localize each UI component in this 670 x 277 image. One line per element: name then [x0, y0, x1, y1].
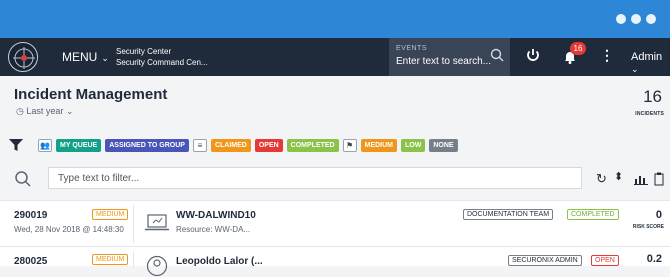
window-dot-icon[interactable]	[631, 14, 641, 24]
incident-name[interactable]: Leopoldo Lalor (...	[176, 256, 263, 267]
chevron-down-icon: ⌄	[631, 64, 639, 74]
status-badge: OPEN	[591, 255, 619, 266]
events-search[interactable]: EVENTS Enter text to search...	[389, 38, 510, 76]
filter-medium[interactable]: MEDIUM	[360, 138, 398, 152]
filter-icon[interactable]	[8, 138, 24, 152]
severity-badge: MEDIUM	[92, 209, 129, 220]
events-search-input[interactable]: Enter text to search...	[396, 56, 491, 67]
status-badge: COMPLETED	[567, 209, 619, 220]
filter-toolbar: 👥 MY QUEUE ASSIGNED TO GROUP ≡ CLAIMED O…	[8, 137, 462, 153]
chevron-down-icon: ⌄	[65, 106, 74, 116]
filter-claimed[interactable]: CLAIMED	[210, 138, 251, 152]
notifications-badge: 16	[570, 42, 586, 55]
filter-input[interactable]: Type text to filter...	[48, 167, 582, 189]
flag-icon[interactable]: ⚑	[342, 138, 357, 152]
risk-score: 0.2	[646, 253, 662, 265]
laptop-icon	[145, 214, 169, 231]
incident-id[interactable]: 280025	[14, 256, 47, 267]
group-badge: SECURONIX ADMIN	[508, 255, 582, 266]
app-subtitle: Security Command Cen...	[116, 58, 208, 67]
incident-row[interactable]: 280025 MEDIUM Leopoldo Lalor (... SECURO…	[0, 246, 670, 277]
filter-open[interactable]: OPEN	[254, 138, 283, 152]
menu-label: MENU	[62, 50, 98, 64]
menu-button[interactable]: MENU ⌄	[62, 50, 109, 64]
app-name: Security Center	[116, 47, 172, 56]
time-period-dropdown[interactable]: ◷ Last year ⌄	[16, 106, 73, 117]
clipboard-icon[interactable]	[654, 172, 664, 186]
window-title-bar	[0, 0, 670, 38]
filter-my-queue[interactable]: MY QUEUE	[56, 138, 102, 152]
user-icon	[146, 255, 168, 277]
incident-count-label: INCIDENTS	[635, 111, 664, 117]
search-icon[interactable]	[14, 170, 32, 188]
app-logo[interactable]	[8, 42, 38, 72]
time-period-label: Last year	[26, 106, 64, 116]
incident-resource: Resource: WW-DA...	[176, 225, 251, 234]
incident-count: 16	[643, 87, 662, 106]
people-icon[interactable]: 👥	[38, 138, 52, 152]
chevron-down-icon: ⌄	[101, 53, 109, 63]
more-options-icon[interactable]: ⋮	[600, 47, 614, 64]
refresh-icon[interactable]: ↻	[596, 171, 607, 187]
user-menu[interactable]: Admin ⌄	[631, 51, 670, 75]
window-controls[interactable]	[616, 14, 656, 24]
window-dot-icon[interactable]	[616, 14, 626, 24]
top-navigation: MENU ⌄ Security Center Security Command C…	[0, 38, 670, 76]
risk-score: 0	[655, 209, 662, 221]
events-search-label: EVENTS	[396, 45, 428, 52]
filter-assigned-to-group[interactable]: ASSIGNED TO GROUP	[105, 138, 189, 152]
risk-score-label: RISK SCORE	[632, 224, 664, 230]
row-divider	[133, 251, 134, 267]
filter-none[interactable]: NONE	[429, 138, 458, 152]
incident-id[interactable]: 290019	[14, 210, 47, 221]
search-icon[interactable]	[490, 48, 504, 62]
stack-icon[interactable]: ≡	[192, 138, 207, 152]
incident-date: Wed, 28 Nov 2018 @ 14:48:30	[14, 225, 124, 234]
text-filter-row: Type text to filter... ↻ ⬍	[0, 163, 670, 195]
group-badge: DOCUMENTATION TEAM	[463, 209, 554, 220]
bar-chart-icon[interactable]	[634, 173, 648, 185]
app-context[interactable]: Security Center Security Command Cen...	[116, 46, 208, 68]
incident-row[interactable]: 290019 Wed, 28 Nov 2018 @ 14:48:30 MEDIU…	[0, 200, 670, 246]
page-title: Incident Management	[14, 86, 168, 103]
user-label: Admin	[631, 51, 663, 63]
sort-icon[interactable]: ⬍	[614, 170, 623, 183]
severity-badge: MEDIUM	[92, 254, 129, 265]
filter-completed[interactable]: COMPLETED	[286, 138, 339, 152]
row-divider	[133, 205, 134, 243]
filter-input-placeholder: Type text to filter...	[58, 173, 140, 184]
clock-icon: ◷	[16, 106, 24, 116]
incident-name[interactable]: WW-DALWIND10	[176, 210, 256, 221]
window-dot-icon[interactable]	[646, 14, 656, 24]
power-icon[interactable]	[525, 47, 541, 66]
filter-low[interactable]: LOW	[401, 138, 426, 152]
